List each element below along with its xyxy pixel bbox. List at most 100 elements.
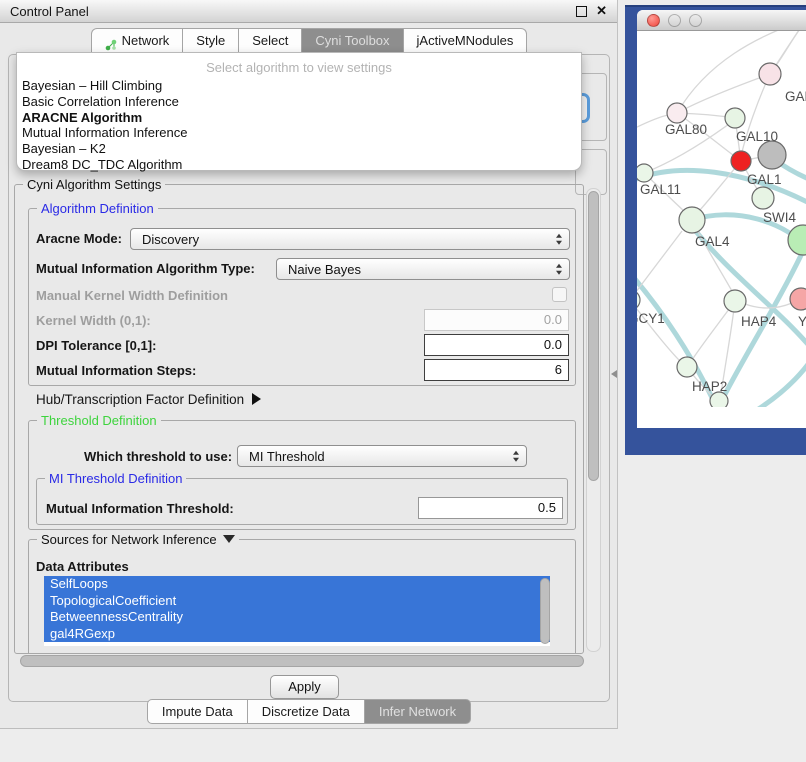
attributes-scrollbar[interactable] — [540, 578, 550, 644]
node-label-gal1: GAL1 — [747, 172, 782, 187]
network-node-gal[interactable] — [759, 63, 781, 85]
manual-kernel-width-label: Manual Kernel Width Definition — [36, 288, 228, 303]
kernel-width-label: Kernel Width (0,1): — [36, 313, 151, 328]
node-label-hap2: HAP2 — [692, 379, 727, 394]
algorithm-option-basic-correlation-inference[interactable]: Basic Correlation Inference — [17, 94, 581, 110]
algorithm-option-dream8-dc-tdc-algorithm[interactable]: Dream8 DC_TDC Algorithm — [17, 157, 581, 173]
node-label-gal80: GAL80 — [665, 122, 707, 137]
tab-impute-data[interactable]: Impute Data — [147, 699, 248, 724]
node-label-y: Y — [798, 314, 806, 329]
node-label-gal4: GAL4 — [695, 234, 730, 249]
network-node-hap4[interactable] — [724, 290, 746, 312]
aracne-mode-label: Aracne Mode: — [36, 231, 122, 246]
dpi-tolerance-label: DPI Tolerance [0,1]: — [36, 338, 156, 353]
control-panel-title: Control Panel — [10, 4, 89, 19]
network-node-gal80[interactable] — [667, 103, 687, 123]
mi-algorithm-type-label: Mutual Information Algorithm Type: — [36, 261, 255, 276]
kernel-width-input[interactable]: 0.0 — [424, 309, 569, 331]
stepper-arrows-icon — [556, 264, 562, 275]
algorithm-dropdown-popup: Select algorithm to view settings Bayesi… — [16, 52, 582, 171]
tab-select[interactable]: Select — [238, 28, 302, 53]
attribute-item-topologicalcoefficient[interactable]: TopologicalCoefficient — [44, 593, 550, 610]
expand-right-icon — [252, 393, 261, 405]
tab-label: Select — [252, 29, 288, 53]
stepper-arrows-icon — [556, 234, 562, 245]
mi-steps-input[interactable]: 6 — [424, 359, 569, 381]
node-label-gcy1: GCY1 — [637, 311, 665, 326]
algorithm-definition-title: Algorithm Definition — [37, 201, 158, 216]
network-node-gal11[interactable] — [637, 164, 653, 182]
close-icon[interactable]: ✕ — [596, 6, 607, 16]
hub-definition-label: Hub/Transcription Factor Definition — [36, 392, 244, 407]
which-threshold-value: MI Threshold — [249, 449, 325, 464]
manual-kernel-width-checkbox[interactable] — [552, 287, 567, 302]
settings-vertical-scrollbar[interactable] — [588, 191, 599, 481]
sources-title[interactable]: Sources for Network Inference — [37, 532, 239, 547]
sources-title-text: Sources for Network Inference — [41, 532, 217, 547]
attribute-item-gal4rgexp[interactable]: gal4RGexp — [44, 626, 550, 643]
tab-discretize-data[interactable]: Discretize Data — [247, 699, 365, 724]
tab-infer-network[interactable]: Infer Network — [364, 699, 471, 724]
mi-threshold-input[interactable]: 0.5 — [418, 497, 563, 519]
network-node-y[interactable] — [790, 288, 806, 310]
application-root: Control Panel ✕ Network Style Select Cyni T… — [0, 0, 806, 762]
minimize-traffic-icon[interactable] — [668, 14, 681, 27]
tab-cyni-toolbox[interactable]: Cyni Toolbox — [301, 28, 403, 53]
dpi-tolerance-input[interactable]: 0.0 — [424, 334, 569, 356]
network-node[interactable] — [758, 141, 786, 169]
network-node-swi4[interactable] — [752, 187, 774, 209]
tab-style[interactable]: Style — [182, 28, 239, 53]
float-window-icon[interactable] — [576, 6, 587, 17]
aracne-mode-value: Discovery — [142, 232, 199, 247]
network-node-gal4[interactable] — [679, 207, 705, 233]
which-threshold-label: Which threshold to use: — [84, 449, 232, 464]
algorithm-options: Bayesian – Hill ClimbingBasic Correlatio… — [17, 78, 581, 173]
tab-network[interactable]: Network — [91, 28, 184, 53]
mi-threshold-label: Mutual Information Threshold: — [46, 501, 234, 516]
network-node-gcy1[interactable] — [637, 290, 640, 310]
network-node-hap2[interactable] — [677, 357, 697, 377]
network-window: GALGAL80GAL10GAL1GAL11SWI4GAL4GCY1HAP4YH… — [637, 10, 806, 428]
network-node-gal10[interactable] — [725, 108, 745, 128]
threshold-definition-title: Threshold Definition — [37, 413, 161, 428]
network-node[interactable] — [788, 225, 806, 255]
node-label-gal: GAL — [785, 89, 806, 104]
algorithm-prompt: Select algorithm to view settings — [17, 58, 581, 78]
close-traffic-icon[interactable] — [647, 14, 660, 27]
collapse-down-icon — [223, 535, 235, 543]
tab-jactivemnodules[interactable]: jActiveMNodules — [403, 28, 528, 53]
panel-collapse-icon[interactable] — [611, 370, 617, 378]
node-label-gal11: GAL11 — [640, 182, 681, 197]
apply-button[interactable]: Apply — [270, 675, 339, 699]
bottom-tab-bar: Impute DataDiscretize DataInfer Network — [0, 699, 617, 724]
network-canvas[interactable]: GALGAL80GAL10GAL1GAL11SWI4GAL4GCY1HAP4YH… — [637, 10, 806, 407]
zoom-traffic-icon[interactable] — [689, 14, 702, 27]
settings-horizontal-scrollbar[interactable] — [20, 655, 584, 667]
tab-label: jActiveMNodules — [417, 29, 514, 53]
algorithm-option-aracne-algorithm[interactable]: ARACNE Algorithm — [17, 110, 581, 126]
mi-threshold-definition-title: MI Threshold Definition — [45, 471, 186, 486]
tab-label: Network — [122, 29, 170, 53]
mi-algorithm-type-value: Naive Bayes — [288, 262, 361, 277]
cyni-settings-title: Cyni Algorithm Settings — [23, 177, 165, 192]
network-node-gal1[interactable] — [731, 151, 751, 171]
tab-label: Cyni Toolbox — [315, 29, 389, 53]
data-attributes-list[interactable]: SelfLoopsTopologicalCoefficientBetweenne… — [44, 576, 550, 646]
algorithm-option-bayesian-hill-climbing[interactable]: Bayesian – Hill Climbing — [17, 78, 581, 94]
data-attributes-label: Data Attributes — [36, 559, 129, 574]
network-node[interactable] — [710, 392, 728, 407]
mi-algorithm-type-select[interactable]: Naive Bayes — [276, 258, 570, 280]
control-panel-titlebar: Control Panel ✕ — [0, 0, 617, 23]
node-label-swi4: SWI4 — [763, 210, 796, 225]
which-threshold-select[interactable]: MI Threshold — [237, 445, 527, 467]
algorithm-option-bayesian-k2[interactable]: Bayesian – K2 — [17, 141, 581, 157]
network-window-titlebar — [637, 10, 806, 31]
algorithm-option-mutual-information-inference[interactable]: Mutual Information Inference — [17, 125, 581, 141]
hub-definition-toggle[interactable]: Hub/Transcription Factor Definition — [36, 392, 261, 407]
aracne-mode-select[interactable]: Discovery — [130, 228, 570, 250]
mi-steps-label: Mutual Information Steps: — [36, 363, 196, 378]
attribute-item-betweennesscentrality[interactable]: BetweennessCentrality — [44, 609, 550, 626]
stepper-arrows-icon — [513, 451, 519, 462]
tab-label: Style — [196, 29, 225, 53]
attribute-item-selfloops[interactable]: SelfLoops — [44, 576, 550, 593]
